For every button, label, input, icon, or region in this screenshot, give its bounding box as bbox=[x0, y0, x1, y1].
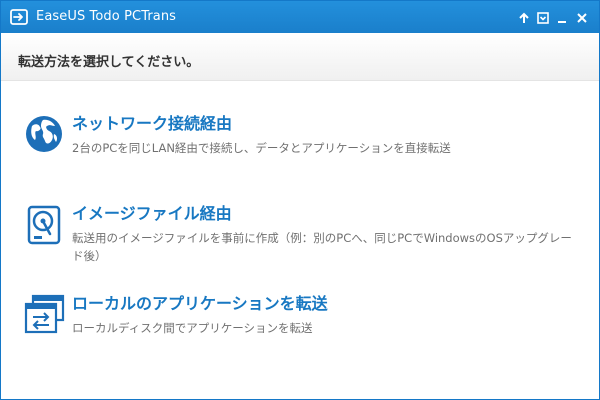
app-logo-icon bbox=[10, 9, 28, 25]
menu-box-icon bbox=[537, 12, 549, 24]
window-title: EaseUS Todo PCTrans bbox=[36, 9, 177, 24]
instruction-header: 転送方法を選択してください。 bbox=[1, 33, 599, 81]
globe-icon bbox=[24, 114, 66, 156]
option-title: ローカルのアプリケーションを転送 bbox=[72, 294, 328, 313]
up-arrow-icon bbox=[519, 12, 529, 23]
close-button[interactable] bbox=[574, 10, 590, 26]
close-icon bbox=[577, 13, 587, 23]
option-description: 2台のPCを同じLAN経由で接続し、データとアプリケーションを直接転送 bbox=[72, 141, 451, 155]
option-local-app-transfer[interactable]: ローカルのアプリケーションを転送 ローカルディスク間でアプリケーションを転送 bbox=[21, 294, 581, 340]
option-description: ローカルディスク間でアプリケーションを転送 bbox=[72, 321, 313, 335]
option-title: イメージファイル経由 bbox=[72, 204, 232, 223]
option-network-transfer[interactable]: ネットワーク接続経由 2台のPCを同じLAN経由で接続し、データとアプリケーショ… bbox=[21, 114, 581, 158]
option-title: ネットワーク接続経由 bbox=[72, 114, 233, 133]
minimize-icon bbox=[558, 21, 566, 23]
instruction-text: 転送方法を選択してください。 bbox=[18, 55, 200, 70]
option-description: 転送用のイメージファイルを事前に作成（例：別のPCへ、同じPCでWindowsの… bbox=[72, 231, 572, 263]
up-arrow-button[interactable] bbox=[516, 10, 532, 26]
minimize-button[interactable] bbox=[554, 10, 570, 26]
hard-drive-icon bbox=[24, 204, 66, 246]
option-image-file[interactable]: イメージファイル経由 転送用のイメージファイルを事前に作成（例：別のPCへ、同じ… bbox=[21, 204, 581, 268]
window-transfer-icon bbox=[24, 294, 66, 336]
app-window: EaseUS Todo PCTrans 転送方法を選択してください。 ネットワー… bbox=[0, 0, 600, 400]
title-bar[interactable]: EaseUS Todo PCTrans bbox=[1, 1, 599, 33]
menu-button[interactable] bbox=[535, 10, 551, 26]
